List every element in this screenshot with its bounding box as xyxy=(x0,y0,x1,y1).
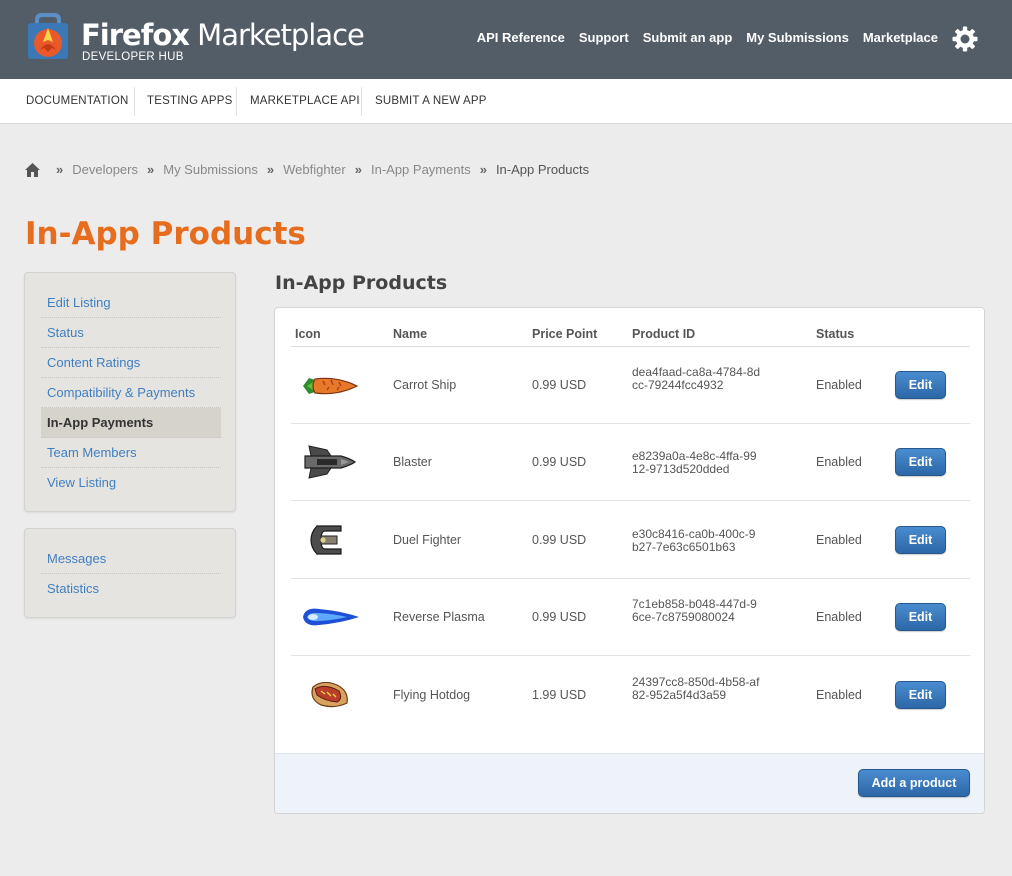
subnav-divider xyxy=(236,87,237,116)
product-name: Flying Hotdog xyxy=(393,688,471,702)
breadcrumb-separator: » xyxy=(147,162,155,177)
breadcrumb-in-app-payments[interactable]: In-App Payments xyxy=(371,162,471,177)
row-divider xyxy=(291,655,970,656)
sub-nav: DOCUMENTATION TESTING APPS MARKETPLACE A… xyxy=(0,79,1012,124)
sidebar-item-status[interactable]: Status xyxy=(41,318,221,348)
add-product-button[interactable]: Add a product xyxy=(858,769,970,797)
page-title: In-App Products xyxy=(25,216,306,252)
subnav-documentation[interactable]: DOCUMENTATION xyxy=(26,95,128,107)
product-id: dea4faad-ca8a-4784-8dcc-79244fcc4932 xyxy=(632,365,761,392)
sidebar-primary: Edit Listing Status Content Ratings Comp… xyxy=(24,272,236,512)
sidebar-item-view-listing[interactable]: View Listing xyxy=(41,468,221,498)
edit-button[interactable]: Edit xyxy=(895,371,946,399)
breadcrumb-separator: » xyxy=(266,162,275,177)
section-title: In-App Products xyxy=(275,272,448,294)
product-id: 24397cc8-850d-4b58-af82-952a5f4d3a59 xyxy=(632,675,760,702)
table-row: Carrot Ship 0.99 USD dea4faad-ca8a-4784-… xyxy=(291,347,970,424)
nav-marketplace[interactable]: Marketplace xyxy=(863,30,938,45)
breadcrumb-developers[interactable]: Developers xyxy=(72,162,138,177)
subnav-divider xyxy=(134,87,135,116)
nav-api-reference[interactable]: API Reference xyxy=(477,30,565,45)
product-name: Blaster xyxy=(393,455,432,469)
subnav-testing-apps[interactable]: TESTING APPS xyxy=(147,95,232,107)
sidebar-item-compatibility-payments[interactable]: Compatibility & Payments xyxy=(41,378,221,408)
flying-hotdog-icon xyxy=(311,681,348,708)
product-name: Carrot Ship xyxy=(393,378,457,392)
nav-my-submissions[interactable]: My Submissions xyxy=(746,30,849,45)
product-price: 0.99 USD xyxy=(532,610,587,624)
product-name: Reverse Plasma xyxy=(393,610,485,624)
sidebar-item-edit-listing[interactable]: Edit Listing xyxy=(41,288,221,318)
column-header-status: Status xyxy=(816,327,855,341)
marketplace-bag-icon xyxy=(28,13,68,59)
panel-footer: Add a product xyxy=(275,753,984,813)
subnav-divider xyxy=(361,87,362,116)
product-status: Enabled xyxy=(816,688,862,702)
sidebar-secondary: Messages Statistics xyxy=(24,528,236,618)
table-row: Duel Fighter 0.99 USD e30c8416-ca0b-400c… xyxy=(291,502,970,579)
breadcrumb: » Developers » My Submissions » Webfight… xyxy=(25,162,589,177)
edit-button[interactable]: Edit xyxy=(895,681,946,709)
top-header: Firefox Marketplace DEVELOPER HUB API Re… xyxy=(0,0,1012,79)
table-row: Flying Hotdog 1.99 USD 24397cc8-850d-4b5… xyxy=(291,657,970,737)
product-status: Enabled xyxy=(816,455,862,469)
breadcrumb-separator: » xyxy=(479,162,487,177)
gear-icon[interactable] xyxy=(952,26,978,52)
top-nav: API Reference Support Submit an app My S… xyxy=(477,30,938,45)
column-header-price: Price Point xyxy=(532,327,598,341)
reverse-plasma-icon xyxy=(303,608,359,626)
sidebar-item-content-ratings[interactable]: Content Ratings xyxy=(41,348,221,378)
subnav-marketplace-api[interactable]: MARKETPLACE API xyxy=(250,95,360,107)
sidebar-item-in-app-payments[interactable]: In-App Payments xyxy=(41,408,221,438)
product-price: 0.99 USD xyxy=(532,455,587,469)
breadcrumb-my-submissions[interactable]: My Submissions xyxy=(163,162,258,177)
marketplace-logo[interactable]: Firefox Marketplace DEVELOPER HUB xyxy=(24,10,365,70)
breadcrumb-separator: » xyxy=(56,162,64,177)
edit-button[interactable]: Edit xyxy=(895,603,946,631)
home-icon[interactable] xyxy=(25,162,40,177)
product-id: e8239a0a-4e8c-4ffa-9912-9713d520dded xyxy=(632,449,757,476)
breadcrumb-webfighter[interactable]: Webfighter xyxy=(283,162,346,177)
column-header-product-id: Product ID xyxy=(632,327,696,341)
nav-support[interactable]: Support xyxy=(579,30,629,45)
product-status: Enabled xyxy=(816,378,862,392)
edit-button[interactable]: Edit xyxy=(895,526,946,554)
table-row: Reverse Plasma 0.99 USD 7c1eb858-b048-44… xyxy=(291,579,970,656)
product-price: 0.99 USD xyxy=(532,533,587,547)
product-price: 0.99 USD xyxy=(532,378,587,392)
product-id: 7c1eb858-b048-447d-96ce-7c8759080024 xyxy=(632,597,757,624)
breadcrumb-current: In-App Products xyxy=(495,162,590,177)
breadcrumb-separator: » xyxy=(354,162,362,177)
product-status: Enabled xyxy=(816,610,862,624)
product-price: 1.99 USD xyxy=(532,688,587,702)
nav-submit-app[interactable]: Submit an app xyxy=(643,30,733,45)
table-row: Blaster 0.99 USD e8239a0a-4e8c-4ffa-9912… xyxy=(291,424,970,501)
blaster-ship-icon xyxy=(304,445,357,479)
carrot-ship-icon xyxy=(303,377,359,395)
row-divider xyxy=(291,500,970,501)
product-name: Duel Fighter xyxy=(393,533,462,547)
column-header-icon: Icon xyxy=(295,327,321,341)
sidebar-item-statistics[interactable]: Statistics xyxy=(41,574,221,604)
edit-button[interactable]: Edit xyxy=(895,448,946,476)
product-status: Enabled xyxy=(816,533,862,547)
product-id: e30c8416-ca0b-400c-9b27-7e63c6501b63 xyxy=(632,527,756,554)
brand-subtitle: DEVELOPER HUB xyxy=(82,51,184,63)
duel-fighter-icon xyxy=(310,525,342,555)
sidebar-item-messages[interactable]: Messages xyxy=(41,544,221,574)
subnav-submit-new-app[interactable]: SUBMIT A NEW APP xyxy=(375,95,487,107)
brand-title: Firefox Marketplace xyxy=(81,18,365,52)
products-panel: Icon Name Price Point Product ID Status … xyxy=(274,307,985,814)
sidebar-item-team-members[interactable]: Team Members xyxy=(41,438,221,468)
column-header-name: Name xyxy=(393,327,428,341)
